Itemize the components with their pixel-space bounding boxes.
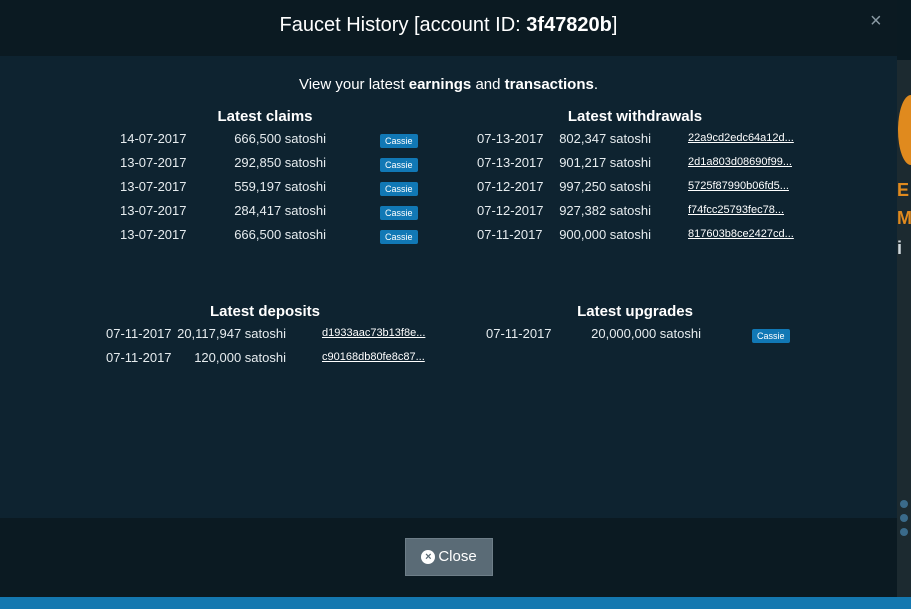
upgrades-title: Latest upgrades	[577, 303, 693, 320]
row-date: 07-12-2017	[477, 203, 544, 218]
row-amount: 20,000,000 satoshi	[591, 326, 701, 341]
modal-footer: × Close	[0, 518, 897, 597]
faucet-history-modal: Faucet History [account ID: 3f47820b] × …	[0, 0, 897, 597]
transaction-link[interactable]: f74fcc25793fec78...	[688, 204, 784, 216]
close-button-label: Close	[438, 548, 477, 565]
faucet-badge[interactable]: Cassie	[752, 329, 790, 343]
background-bottom-bar	[0, 597, 911, 609]
row-amount: 900,000 satoshi	[559, 227, 651, 242]
claims-title: Latest claims	[217, 108, 313, 125]
upgrades-row: 07-11-2017 20,000,000 satoshi Cassie	[0, 326, 897, 346]
row-date: 07-11-2017	[106, 350, 172, 365]
account-id: 3f47820b	[526, 14, 612, 36]
transaction-link[interactable]: 817603b8ce2427cd...	[688, 228, 794, 240]
row-amount: 901,217 satoshi	[559, 155, 651, 170]
row-amount: 120,000 satoshi	[194, 350, 286, 365]
row-date: 07-11-2017	[477, 227, 543, 242]
modal-title: Faucet History [account ID: 3f47820b]	[279, 14, 618, 36]
withdrawals-row: 07-11-2017 900,000 satoshi 817603b8ce2427c…	[0, 227, 897, 247]
close-button[interactable]: × Close	[405, 538, 493, 576]
row-date: 07-11-2017	[486, 326, 552, 341]
row-date: 07-13-2017	[477, 155, 544, 170]
row-date: 07-13-2017	[477, 131, 544, 146]
background-dots	[900, 500, 910, 542]
transaction-link[interactable]: 5725f87990b06fd5...	[688, 180, 789, 192]
withdrawals-row: 07-13-2017 901,217 satoshi 2d1a803d08690f9…	[0, 155, 897, 175]
row-amount: 927,382 satoshi	[559, 203, 651, 218]
background-logo-fragment	[898, 95, 911, 165]
withdrawals-row: 07-12-2017 927,382 satoshi f74fcc25793fec7…	[0, 203, 897, 223]
modal-header: Faucet History [account ID: 3f47820b] ×	[0, 0, 897, 56]
transaction-link[interactable]: 2d1a803d08690f99...	[688, 156, 792, 168]
background-page-edge: E M i	[897, 60, 911, 600]
modal-body: View your latest earnings and transactio…	[0, 56, 897, 518]
row-amount: 997,250 satoshi	[559, 179, 651, 194]
background-glyph: E	[897, 180, 910, 200]
background-glyph: i	[897, 238, 903, 258]
row-amount: 802,347 satoshi	[559, 131, 651, 146]
withdrawals-row: 07-13-2017 802,347 satoshi 22a9cd2edc64a12…	[0, 131, 897, 151]
deposits-row: 07-11-2017 120,000 satoshi c90168db80fe8c8…	[0, 350, 897, 370]
background-glyph: M	[897, 208, 911, 228]
transaction-link[interactable]: c90168db80fe8c87...	[322, 351, 425, 363]
withdrawals-title: Latest withdrawals	[567, 108, 703, 125]
transaction-link[interactable]: 22a9cd2edc64a12d...	[688, 132, 794, 144]
deposits-title: Latest deposits	[209, 303, 321, 320]
intro-text: View your latest earnings and transactio…	[298, 76, 599, 93]
close-circle-icon: ×	[421, 550, 436, 564]
row-date: 07-12-2017	[477, 179, 544, 194]
close-icon[interactable]: ×	[870, 10, 882, 33]
withdrawals-row: 07-12-2017 997,250 satoshi 5725f87990b06fd…	[0, 179, 897, 199]
